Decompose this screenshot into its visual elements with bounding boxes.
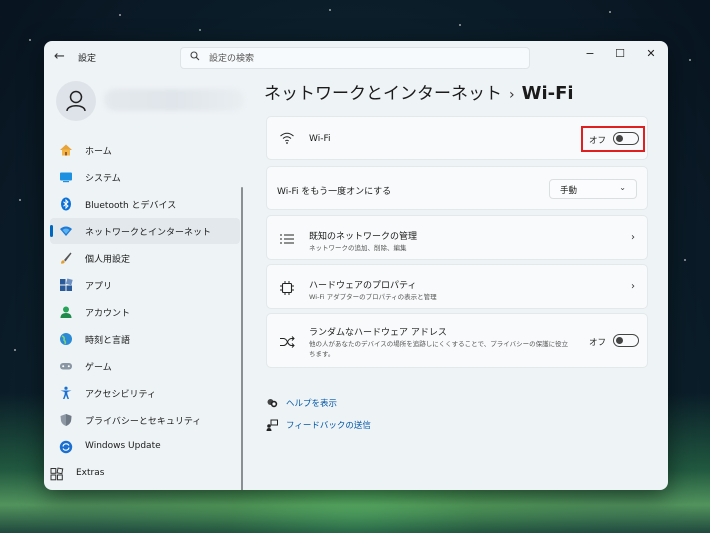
sidebar-item-windows-update[interactable]: Windows Update (50, 434, 240, 460)
chevron-down-icon: ⌄ (619, 183, 626, 192)
breadcrumb-parent[interactable]: ネットワークとインターネット (264, 84, 502, 104)
home-icon (60, 144, 72, 156)
feedback-link[interactable]: フィードバックの送信 (266, 419, 406, 433)
wifi-toggle[interactable] (613, 132, 639, 145)
globe-icon (60, 333, 72, 345)
wifi-toggle-label: オフ (589, 136, 607, 146)
chip-icon (280, 281, 294, 295)
sidebar-item-time-language[interactable]: 時刻と言語 (50, 326, 240, 352)
bluetooth-icon (61, 197, 71, 211)
random-hardware-address-card: ランダムなハードウェア アドレス 他の人があなたのデバイスの場所を追跡しにくくす… (266, 313, 648, 368)
brush-icon (61, 252, 72, 264)
sidebar-item-accounts[interactable]: アカウント (50, 299, 240, 325)
avatar[interactable] (56, 81, 96, 121)
wifi-card: Wi-Fi オフ (266, 116, 648, 160)
search-input[interactable] (207, 50, 511, 68)
help-icon (267, 399, 278, 408)
chevron-right-icon: › (631, 281, 635, 292)
help-link[interactable]: ヘルプを表示 (266, 397, 386, 411)
sidebar-item-privacy[interactable]: プライバシーとセキュリティ (50, 407, 240, 433)
page-title: Wi-Fi (521, 83, 574, 104)
network-icon (60, 226, 72, 236)
breadcrumb-separator: › (509, 87, 515, 103)
maximize-button[interactable]: ☐ (605, 44, 635, 64)
extras-icon (50, 467, 64, 481)
sidebar-item-home[interactable]: ホーム (50, 137, 240, 163)
search-icon (190, 51, 200, 64)
title-bar: ← 設定 − ☐ ✕ (44, 41, 668, 75)
random-address-subtitle-line1: 他の人があなたのデバイスの場所を追跡しにくくすることで、プライバシーの保護に役立 (309, 340, 569, 348)
update-icon (59, 440, 73, 454)
sidebar-item-system[interactable]: システム (50, 164, 240, 190)
known-networks-card[interactable]: 既知のネットワークの管理 ネットワークの追加、削除、編集 › (266, 215, 648, 260)
feedback-icon (266, 419, 278, 431)
minimize-button[interactable]: − (575, 44, 605, 64)
search-box[interactable] (180, 47, 530, 69)
app-title: 設定 (78, 54, 97, 64)
random-address-toggle[interactable] (613, 334, 639, 347)
close-button[interactable]: ✕ (636, 44, 666, 64)
known-networks-title: 既知のネットワークの管理 (309, 232, 418, 242)
sidebar-item-apps[interactable]: アプリ (50, 272, 240, 298)
chevron-right-icon: › (631, 232, 635, 243)
sidebar-scrollbar[interactable] (241, 187, 243, 490)
sidebar-item-bluetooth[interactable]: Bluetooth とデバイス (50, 191, 240, 217)
known-networks-subtitle: ネットワークの追加、削除、編集 (309, 244, 407, 252)
random-address-title: ランダムなハードウェア アドレス (309, 328, 447, 338)
wifi-icon (280, 132, 294, 144)
user-icon (66, 90, 86, 112)
sidebar-item-accessibility[interactable]: アクセシビリティ (50, 380, 240, 406)
dropdown-value: 手動 (560, 186, 578, 196)
back-arrow-icon[interactable]: ← (54, 49, 65, 64)
hardware-properties-title: ハードウェアのプロパティ (309, 281, 417, 291)
shuffle-icon (280, 336, 295, 348)
hardware-properties-subtitle: Wi-Fi アダプターのプロパティの表示と管理 (309, 293, 437, 301)
sidebar-item-network[interactable]: ネットワークとインターネット (50, 218, 240, 244)
accessibility-icon (60, 386, 72, 399)
settings-window: ← 設定 − ☐ ✕ ホーム システム Bluetooth とデバイス (44, 41, 668, 490)
sidebar-item-gaming[interactable]: ゲーム (50, 353, 240, 379)
wifi-auto-on-card: Wi-Fi をもう一度オンにする 手動 ⌄ (266, 166, 648, 210)
breadcrumb: ネットワークとインターネット › Wi-Fi (264, 79, 574, 104)
account-icon (60, 306, 72, 318)
system-icon (60, 172, 72, 183)
wifi-auto-on-title: Wi-Fi をもう一度オンにする (277, 187, 392, 197)
sidebar: ホーム システム Bluetooth とデバイス ネットワークとインターネット … (44, 75, 249, 490)
hardware-properties-card[interactable]: ハードウェアのプロパティ Wi-Fi アダプターのプロパティの表示と管理 › (266, 264, 648, 309)
shield-icon (60, 414, 72, 426)
sidebar-item-personalization[interactable]: 個人用設定 (50, 245, 240, 271)
random-address-toggle-label: オフ (589, 338, 607, 348)
gamepad-icon (60, 363, 72, 370)
account-name-blurred (104, 89, 244, 111)
wifi-auto-on-dropdown[interactable]: 手動 ⌄ (549, 179, 637, 199)
random-address-subtitle-line2: ちます。 (309, 350, 335, 358)
wifi-title: Wi-Fi (309, 134, 331, 144)
apps-icon (60, 278, 73, 291)
sidebar-item-extras[interactable]: Extras (50, 461, 240, 487)
list-icon (280, 234, 294, 244)
